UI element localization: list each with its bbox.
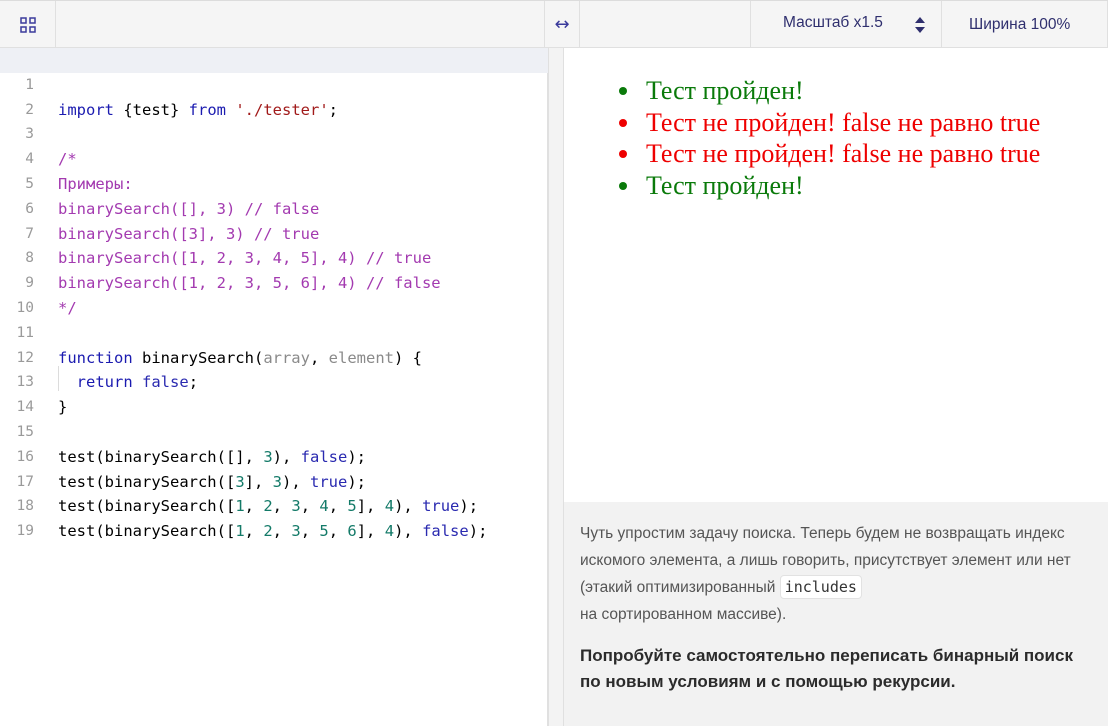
bullet-icon — [619, 181, 627, 190]
layout-grid-button[interactable] — [0, 1, 56, 48]
bullet-icon — [619, 150, 627, 158]
test-result-item: Тест пройден! — [619, 75, 1040, 107]
code-token: , — [300, 522, 320, 541]
code-token: , — [272, 522, 292, 541]
code-line-1[interactable]: 1 import {test} from './tester'; — [0, 48, 561, 119]
code-editor[interactable]: 1 import {test} from './tester'; 2 3 /* … — [0, 48, 561, 726]
code-line-17[interactable]: 17 test(binarySearch([1, 2, 3, 4, 5], 4)… — [0, 445, 548, 516]
code-line-3[interactable]: 3 /* — [0, 98, 548, 168]
resize-handle[interactable]: ↔ — [544, 1, 580, 48]
bullet-icon — [619, 87, 627, 95]
width-label: Ширина 100% — [969, 15, 1071, 33]
width-select[interactable]: Ширина 100% — [942, 1, 1108, 48]
code-line-7[interactable]: 7 binarySearch([1, 2, 3, 4, 5], 4) // tr… — [0, 197, 548, 268]
test-result-item: Тест не пройден! false не равно true — [619, 138, 1041, 170]
scale-label: Масштаб x1.5 — [783, 14, 883, 31]
code-token: test(binarySearch([ — [58, 522, 236, 541]
resize-arrows-icon: ↔ — [554, 14, 570, 35]
code-line-11[interactable]: 11 function binarySearch(array, element)… — [0, 296, 548, 367]
code-token: , — [328, 522, 348, 541]
test-result-text: Тест пройден! — [646, 76, 804, 105]
code-line-9[interactable]: 9 */ — [0, 246, 548, 317]
code-line-15[interactable]: 15 test(binarySearch([], 3), false); — [0, 395, 548, 466]
code-line-13[interactable]: 13 } — [0, 346, 548, 416]
code-line-14[interactable]: 14 — [0, 370, 548, 415]
code-line-8[interactable]: 8 binarySearch([1, 2, 3, 5, 6], 4) // fa… — [0, 222, 548, 292]
code-token: 5 — [319, 522, 329, 541]
code-token: false — [422, 522, 469, 541]
inline-code-includes: includes — [779, 575, 862, 599]
toolbar: ↔ Масштаб x1.5 Ширина 100% — [0, 0, 1108, 48]
line-number: 19 — [16, 523, 34, 540]
test-result-item: Тест не пройден! false не равно true — [619, 107, 1041, 139]
test-result-text: Тест не пройден! false не равно true — [646, 139, 1041, 168]
code-line-16[interactable]: 16 test(binarySearch([3], 3), true); — [0, 420, 548, 491]
test-result-text: Тест пройден! — [646, 170, 804, 200]
test-result-text: Тест не пройден! false не равно true — [646, 107, 1041, 137]
code-token: 3 — [291, 522, 301, 541]
code-line-5[interactable]: 5 binarySearch([], 3) // false — [0, 147, 548, 218]
task-text-part: на сортированном массиве). — [580, 606, 787, 623]
code-token: , — [244, 522, 264, 541]
sort-arrows-icon — [915, 17, 925, 33]
code-line-2[interactable]: 2 — [0, 73, 548, 118]
task-description-text: Чуть упростим задачу поиска. Теперь буде… — [580, 520, 1080, 628]
code-token: 6 — [347, 522, 357, 541]
test-result-item: Тест пройден! — [619, 170, 1040, 202]
preview-pane: Тест пройден! Тест не пройден! false не … — [564, 48, 1108, 502]
code-token: 1 — [235, 522, 245, 541]
scale-select[interactable]: Масштаб x1.5 — [750, 1, 942, 48]
test-results-list: Тест пройден! Тест не пройден! false не … — [619, 75, 1041, 202]
grid-icon — [19, 16, 36, 33]
code-token: ), — [394, 522, 423, 541]
code-token: 2 — [263, 522, 273, 541]
pane-divider[interactable] — [548, 48, 564, 726]
task-instruction: Попробуйте самостоятельно переписать бин… — [580, 646, 1073, 691]
task-description-panel: Чуть упростим задачу поиска. Теперь буде… — [564, 502, 1108, 726]
bullet-icon — [619, 118, 627, 127]
code-line-6[interactable]: 6 binarySearch([3], 3) // true — [0, 172, 548, 243]
code-line-4[interactable]: 4 Примеры: — [0, 122, 548, 193]
code-line-19[interactable]: 19 — [0, 494, 548, 539]
code-token: 4 — [384, 522, 395, 541]
code-token: ], — [356, 522, 385, 541]
code-line-12[interactable]: 12 return false; — [0, 321, 548, 392]
code-line-18[interactable]: 18 test(binarySearch([1, 2, 3, 5, 6], 4)… — [0, 470, 548, 540]
code-line-10[interactable]: 10 — [0, 271, 548, 316]
code-token: ); — [468, 522, 488, 541]
